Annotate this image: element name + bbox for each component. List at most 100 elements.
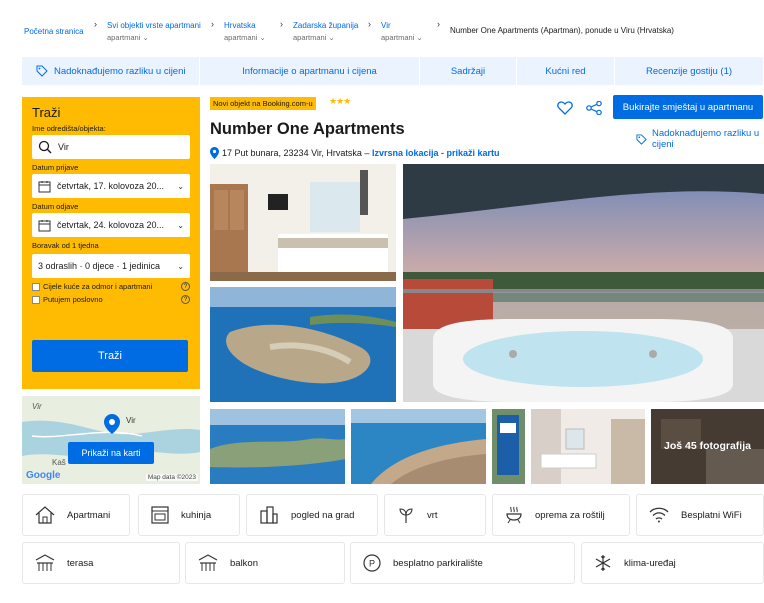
balcony-icon — [198, 554, 218, 571]
help-icon[interactable]: ? — [181, 282, 190, 291]
aerial-photo — [210, 287, 396, 402]
facility-label: Besplatni WiFi — [681, 509, 742, 521]
guests-value: 3 odraslih · 0 djece · 1 jedinica — [38, 261, 161, 271]
destination-label: Ime odredišta/objekta: — [32, 124, 106, 133]
facility-label: oprema za roštilj — [535, 509, 605, 521]
more-photos-tile[interactable]: Još 45 fotografija — [651, 409, 764, 484]
checkin-select[interactable]: četvrtak, 17. kolovoza 20... ⌄ — [32, 174, 190, 198]
address-text: 17 Put bunara, 23234 Vir, Hrvatska – — [222, 148, 370, 158]
photo-sign[interactable] — [492, 409, 525, 484]
facility-label: besplatno parkiralište — [393, 557, 483, 569]
breadcrumb-sub[interactable]: apartmani ⌄ — [381, 32, 423, 43]
plant-icon — [399, 508, 413, 523]
search-panel: Traži Ime odredišta/objekta: Vir Datum p… — [22, 97, 200, 389]
chevron-down-icon: ⌄ — [177, 181, 184, 191]
checkout-select[interactable]: četvrtak, 24. kolovoza 20... ⌄ — [32, 213, 190, 237]
checkbox-label: Cijele kuće za odmor i apartmani — [43, 282, 153, 291]
checkbox-label: Putujem poslovno — [43, 295, 103, 304]
checkbox-business-travel[interactable]: Putujem poslovno ? — [32, 295, 190, 304]
map-pin-icon — [104, 414, 120, 434]
breadcrumb-vir[interactable]: Vir apartmani ⌄ — [381, 20, 423, 43]
map-credit: Map data ©2023 — [145, 474, 198, 481]
checkbox-entire-homes[interactable]: Cijele kuće za odmor i apartmani ? — [32, 282, 190, 291]
tab-facilities[interactable]: Sadržaji — [420, 57, 517, 85]
breadcrumb-home[interactable]: Početna stranica — [24, 26, 84, 37]
help-icon[interactable]: ? — [181, 295, 190, 304]
facility-balcony: balkon — [185, 542, 345, 584]
chevron-right-icon: › — [94, 19, 97, 29]
stay-length-label: Boravak od 1 tjedna — [32, 241, 99, 250]
bathroom-photo — [531, 409, 645, 484]
sign-photo — [492, 409, 525, 484]
search-title: Traži — [32, 105, 61, 120]
location-pin-icon — [210, 147, 219, 159]
google-logo: Google — [26, 470, 61, 481]
search-button[interactable]: Traži — [32, 340, 188, 372]
star-rating: ★★★ — [329, 96, 351, 106]
photo-bathroom[interactable] — [531, 409, 645, 484]
tab-price-match[interactable]: Nadoknađujemo razliku u cijeni — [22, 57, 200, 85]
destination-value: Vir — [58, 142, 69, 152]
facility-label: vrt — [427, 509, 438, 521]
tag-icon — [36, 65, 48, 77]
chevron-right-icon: › — [280, 19, 283, 29]
breadcrumb-current: Number One Apartments (Apartman), ponude… — [450, 26, 674, 35]
oven-icon — [151, 506, 169, 524]
heart-icon[interactable] — [557, 101, 573, 115]
photo-bedroom[interactable] — [210, 164, 396, 281]
chevron-right-icon: › — [437, 19, 440, 29]
grill-icon — [506, 506, 522, 524]
breadcrumb-sub[interactable]: apartmani ⌄ — [107, 32, 201, 43]
tab-info-prices[interactable]: Informacije o apartmanu i cijena — [200, 57, 420, 85]
price-match-link[interactable]: Nadoknađujemo razliku u cijeni — [636, 128, 764, 150]
facility-kitchen: kuhinja — [138, 494, 240, 536]
chevron-down-icon: ⌄ — [177, 261, 184, 271]
breadcrumb-croatia[interactable]: Hrvatska apartmani ⌄ — [224, 20, 266, 43]
photo-aerial-island[interactable] — [210, 287, 396, 402]
property-address: 17 Put bunara, 23234 Vir, Hrvatska – Izv… — [210, 147, 500, 159]
photo-jacuzzi-terrace[interactable] — [403, 164, 764, 402]
map-preview[interactable]: Vir Vir Kaš Prikaži na karti Google Map … — [22, 396, 200, 484]
tab-reviews[interactable]: Recenzije gostiju (1) — [615, 57, 764, 85]
calendar-icon — [38, 180, 51, 192]
checkin-label: Datum prijave — [32, 163, 79, 172]
town-photo — [351, 409, 486, 484]
show-on-map-button[interactable]: Prikaži na karti — [68, 442, 154, 464]
breadcrumb-sub[interactable]: apartmani ⌄ — [224, 32, 266, 43]
city-icon — [260, 506, 278, 524]
checkbox[interactable] — [32, 282, 40, 291]
breadcrumb-zadar[interactable]: Zadarska županija apartmani ⌄ — [293, 20, 358, 43]
checkbox[interactable] — [32, 295, 40, 304]
breadcrumb: Početna stranica › Svi objekti vrste apa… — [24, 19, 764, 50]
snowflake-icon — [595, 555, 611, 571]
house-icon — [35, 506, 55, 524]
map-town-label: Vir — [126, 416, 136, 425]
tag-icon — [636, 134, 647, 145]
chevron-right-icon: › — [211, 19, 214, 29]
facility-bbq: oprema za roštilj — [492, 494, 630, 536]
tab-house-rules[interactable]: Kućni red — [517, 57, 615, 85]
photo-aerial-coast[interactable] — [210, 409, 345, 484]
book-button[interactable]: Bukirajte smještaj u apartmanu — [613, 95, 763, 119]
breadcrumb-sub[interactable]: apartmani ⌄ — [293, 32, 358, 43]
photo-town-beach[interactable] — [351, 409, 486, 484]
checkout-value: četvrtak, 24. kolovoza 20... — [57, 220, 165, 230]
destination-input[interactable]: Vir — [32, 135, 190, 159]
facility-free-parking: P besplatno parkiralište — [350, 542, 575, 584]
new-property-badge: Novi objekt na Booking.com-u — [210, 97, 316, 110]
property-tabs: Nadoknađujemo razliku u cijeni Informaci… — [22, 57, 764, 85]
facility-label: pogled na grad — [291, 509, 355, 521]
breadcrumb-all-apartments[interactable]: Svi objekti vrste apartmani apartmani ⌄ — [107, 20, 201, 43]
facility-label: Apartmani — [67, 509, 111, 521]
share-icon[interactable] — [586, 101, 602, 115]
location-link[interactable]: Izvrsna lokacija - prikaži kartu — [372, 148, 500, 158]
wifi-icon — [649, 507, 669, 523]
facility-label: kuhinja — [181, 509, 212, 521]
facility-air-conditioning: klima-uređaj — [581, 542, 764, 584]
map-label: Kaš — [52, 458, 66, 467]
jacuzzi-photo — [403, 164, 764, 402]
guests-select[interactable]: 3 odraslih · 0 djece · 1 jedinica ⌄ — [32, 254, 190, 278]
facility-terrace: terasa — [22, 542, 180, 584]
aerial-coast-photo — [210, 409, 345, 484]
calendar-icon — [38, 219, 51, 231]
